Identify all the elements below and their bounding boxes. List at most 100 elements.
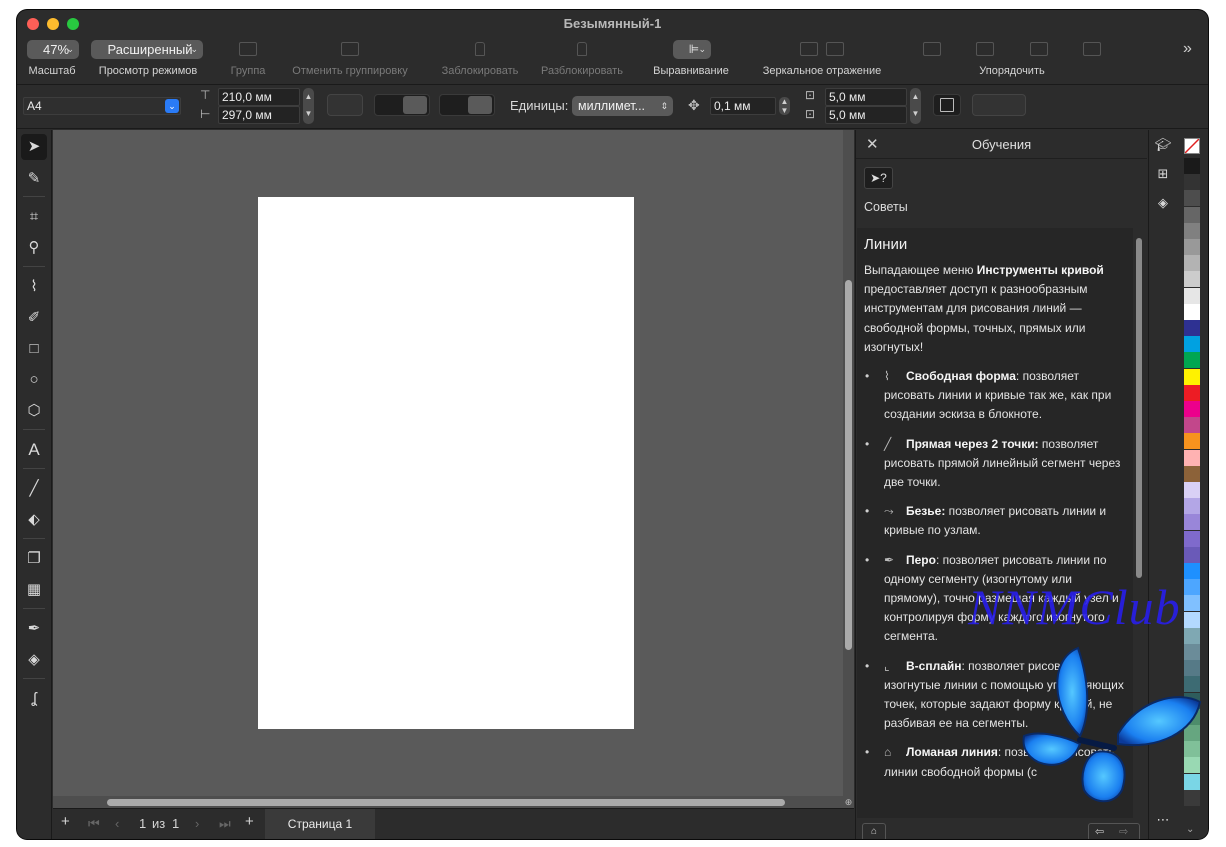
- color-swatch[interactable]: [1184, 271, 1200, 288]
- current-page-button[interactable]: [468, 96, 492, 114]
- landscape-button[interactable]: [403, 96, 427, 114]
- graduation-cap-icon[interactable]: 🎓︎: [1154, 136, 1172, 154]
- zoom-window-button[interactable]: [67, 18, 79, 30]
- color-swatch[interactable]: [1184, 287, 1200, 304]
- ellipse-tool-icon[interactable]: ○: [21, 367, 47, 393]
- transparency-tool-icon[interactable]: ▦: [21, 577, 47, 603]
- shape-tool-icon[interactable]: ✎: [21, 166, 47, 192]
- color-swatch[interactable]: [1184, 303, 1200, 320]
- home-icon[interactable]: ⌂: [862, 823, 886, 839]
- color-swatch[interactable]: [1184, 498, 1200, 515]
- align-dropdown[interactable]: ⊫ ⌄: [673, 40, 711, 59]
- color-swatch[interactable]: [1184, 206, 1200, 223]
- transform-icon[interactable]: ⊞: [1154, 165, 1172, 183]
- color-swatch[interactable]: [1184, 352, 1200, 369]
- color-swatch[interactable]: [1184, 417, 1200, 434]
- zoom-dropdown[interactable]: 47% ⌄: [27, 40, 79, 59]
- color-swatch[interactable]: [1184, 465, 1200, 482]
- chevrons-right-icon[interactable]: »: [1183, 40, 1192, 58]
- document-page[interactable]: [258, 197, 634, 729]
- color-swatch[interactable]: [1184, 239, 1200, 255]
- bounding-box-button[interactable]: [933, 94, 961, 116]
- color-swatch[interactable]: [1184, 482, 1200, 498]
- page-width-field[interactable]: 210,0 мм: [218, 88, 300, 106]
- color-swatch[interactable]: [1184, 336, 1200, 353]
- layers-icon[interactable]: ◈: [1154, 194, 1172, 212]
- color-swatch[interactable]: [1184, 611, 1200, 628]
- docker-scrollbar[interactable]: [1136, 238, 1142, 578]
- no-color-swatch[interactable]: [1184, 138, 1200, 154]
- back-icon[interactable]: ⇦: [1095, 824, 1104, 839]
- navigator-icon[interactable]: ⊕: [843, 796, 854, 808]
- forward-one-icon[interactable]: [976, 42, 995, 56]
- add-page-after-icon[interactable]: +: [245, 813, 254, 830]
- color-swatch[interactable]: [1184, 174, 1200, 191]
- color-swatch[interactable]: [1184, 530, 1200, 547]
- edit-disabled-button[interactable]: [972, 94, 1026, 116]
- color-swatch[interactable]: [1184, 563, 1200, 579]
- to-front-icon[interactable]: [923, 42, 942, 56]
- color-swatch[interactable]: [1184, 255, 1200, 272]
- shadow-tool-icon[interactable]: ❐: [21, 546, 47, 572]
- color-swatch[interactable]: [1184, 449, 1200, 466]
- color-swatch[interactable]: [1184, 190, 1200, 207]
- next-page-icon[interactable]: ›: [195, 816, 199, 831]
- whats-this-button[interactable]: ➤?: [864, 167, 893, 189]
- add-page-before-icon[interactable]: +: [61, 813, 70, 830]
- previous-page-icon[interactable]: ‹: [115, 816, 119, 831]
- zoom-tool-icon[interactable]: ⚲: [21, 235, 47, 261]
- vertical-scrollbar[interactable]: [843, 130, 854, 796]
- mirror-vertical-icon[interactable]: [826, 42, 845, 56]
- page-options-button[interactable]: [327, 94, 363, 116]
- page-tab[interactable]: Страница 1: [265, 809, 375, 839]
- rectangle-tool-icon[interactable]: □: [21, 336, 47, 362]
- nudge-field[interactable]: 0,1 мм: [710, 97, 776, 115]
- color-swatch[interactable]: [1184, 579, 1200, 596]
- color-swatch[interactable]: [1184, 320, 1200, 336]
- text-tool-icon[interactable]: A: [21, 437, 47, 463]
- polygon-tool-icon[interactable]: ⬡: [21, 398, 47, 424]
- portrait-button[interactable]: [377, 96, 401, 114]
- all-pages-button[interactable]: [442, 96, 466, 114]
- backward-one-icon[interactable]: [1029, 42, 1048, 56]
- eyedropper-tool-icon[interactable]: ✒: [21, 616, 47, 642]
- close-icon[interactable]: ✕: [866, 130, 879, 159]
- color-swatch[interactable]: [1184, 222, 1200, 239]
- pick-tool-icon[interactable]: ➤: [21, 134, 47, 160]
- chevron-down-icon[interactable]: ⌄: [1186, 824, 1194, 835]
- smear-tool-icon[interactable]: ʆ: [21, 686, 47, 712]
- color-swatch[interactable]: [1184, 384, 1200, 401]
- fill-tool-icon[interactable]: ◈: [21, 647, 47, 673]
- horizontal-scroll-thumb[interactable]: [107, 799, 785, 806]
- duplicate-x-field[interactable]: 5,0 мм: [825, 88, 907, 106]
- duplicate-stepper[interactable]: ▲ ▼: [910, 88, 921, 124]
- color-swatch[interactable]: [1184, 433, 1200, 450]
- to-back-icon[interactable]: [1082, 42, 1101, 56]
- page-height-field[interactable]: 297,0 мм: [218, 106, 300, 124]
- page-size-stepper[interactable]: ▲ ▼: [303, 88, 314, 124]
- vertical-scroll-thumb[interactable]: [845, 280, 852, 650]
- connector-tool-icon[interactable]: ⬖: [21, 507, 47, 533]
- crop-tool-icon[interactable]: ⌗: [21, 204, 47, 230]
- first-page-icon[interactable]: ⏮: [88, 816, 100, 832]
- view-mode-dropdown[interactable]: Расширенный ⌄: [91, 40, 203, 59]
- color-swatch[interactable]: [1184, 546, 1200, 563]
- color-swatch[interactable]: [1184, 368, 1200, 385]
- last-page-icon[interactable]: ⏭: [219, 816, 231, 832]
- close-window-button[interactable]: [27, 18, 39, 30]
- color-swatch[interactable]: [1184, 595, 1200, 612]
- freehand-tool-icon[interactable]: ⌇: [21, 274, 47, 300]
- forward-icon[interactable]: ⇨: [1119, 824, 1128, 839]
- brush-tool-icon[interactable]: ✐: [21, 305, 47, 331]
- color-swatch[interactable]: [1184, 401, 1200, 417]
- mirror-horizontal-icon[interactable]: [799, 42, 818, 56]
- minimize-window-button[interactable]: [47, 18, 59, 30]
- color-swatch[interactable]: [1184, 158, 1200, 174]
- duplicate-y-field[interactable]: 5,0 мм: [825, 106, 907, 124]
- units-dropdown[interactable]: миллимет... ⇕: [572, 96, 673, 116]
- more-icon[interactable]: ⋯: [1154, 811, 1172, 829]
- line-tool-icon[interactable]: ╱: [21, 476, 47, 502]
- color-swatch[interactable]: [1184, 514, 1200, 531]
- page-size-dropdown[interactable]: A4 ⌄: [23, 97, 181, 115]
- drawing-canvas[interactable]: [53, 130, 853, 796]
